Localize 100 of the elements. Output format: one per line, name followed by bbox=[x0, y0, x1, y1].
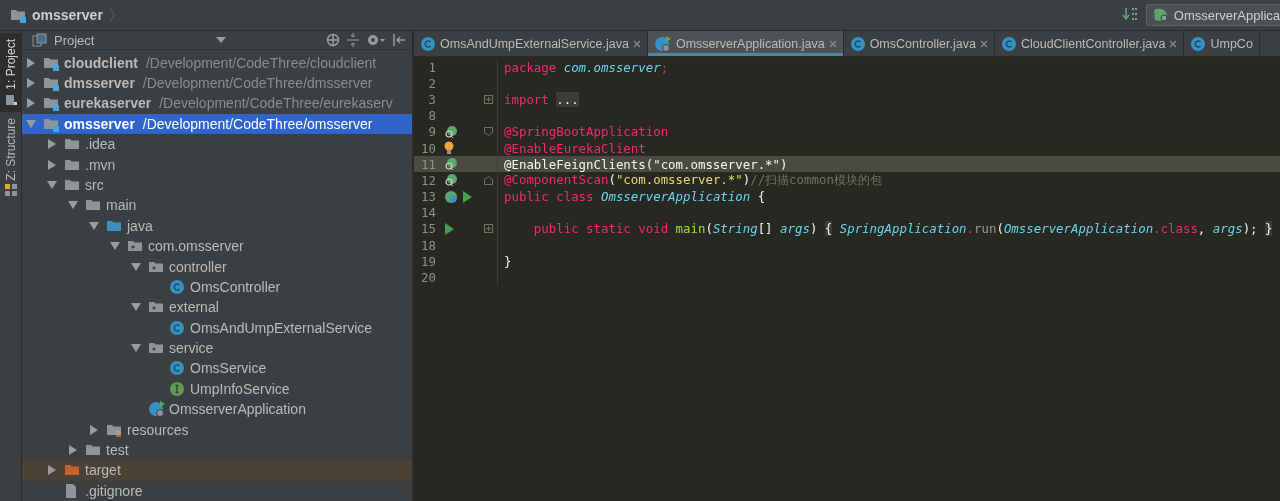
expanded-arrow-icon bbox=[68, 200, 78, 211]
editor-tab[interactable]: UmpCo bbox=[1184, 31, 1260, 56]
project-view-icon bbox=[32, 33, 48, 48]
collapsed-arrow-icon bbox=[26, 57, 36, 68]
tree-item[interactable]: eurekaserver /Development/CodeThree/eurekaserv bbox=[22, 93, 412, 114]
expanded-arrow-icon bbox=[131, 302, 141, 313]
tree-item[interactable]: test bbox=[22, 439, 412, 461]
collapsed-arrow-icon bbox=[89, 424, 99, 435]
code-line: } bbox=[503, 253, 512, 269]
expanded-arrow-icon bbox=[110, 241, 120, 252]
tree-item[interactable]: omsserver /Development/CodeThree/omsserver bbox=[22, 113, 412, 134]
line-number: 11 bbox=[420, 156, 436, 172]
expanded-arrow-icon bbox=[26, 118, 36, 129]
expanded-arrow-icon bbox=[131, 343, 141, 354]
tree-item[interactable]: target bbox=[22, 460, 412, 481]
fold-plus-icon bbox=[484, 94, 493, 104]
tree-item[interactable]: resources bbox=[22, 419, 412, 440]
dropdown-caret-icon bbox=[216, 37, 226, 44]
bean-icon bbox=[444, 173, 458, 188]
expanded-arrow-icon bbox=[89, 220, 99, 231]
module-folder-icon bbox=[43, 95, 59, 112]
collapse-all-icon bbox=[346, 33, 360, 48]
spring-bean-icon bbox=[444, 189, 460, 204]
line-number: 8 bbox=[427, 108, 436, 124]
tree-item[interactable]: OmsService bbox=[22, 358, 412, 379]
code-line: @SpringBootApplication bbox=[503, 124, 669, 140]
line-number: 13 bbox=[420, 189, 436, 205]
tree-item[interactable]: OmsAndUmpExternalService bbox=[22, 317, 412, 338]
tool-window-tab[interactable]: Z: Structure bbox=[0, 111, 21, 203]
line-number: 1 bbox=[427, 59, 436, 75]
interface-icon bbox=[169, 380, 185, 397]
class-icon bbox=[1190, 35, 1207, 52]
line-number: 12 bbox=[420, 172, 436, 188]
collapsed-arrow-icon bbox=[47, 159, 57, 170]
run-icon bbox=[462, 190, 472, 203]
line-number: 2 bbox=[427, 75, 436, 91]
class-icon bbox=[169, 278, 185, 295]
close-icon bbox=[1169, 39, 1178, 48]
file-icon bbox=[64, 482, 78, 499]
tree-item[interactable]: UmpInfoService bbox=[22, 378, 412, 400]
breadcrumb-label[interactable]: omsserver bbox=[32, 7, 103, 23]
tree-item[interactable]: com.omsserver bbox=[22, 235, 412, 257]
bean-icon bbox=[444, 157, 458, 172]
code-line: @EnableEurekaClient bbox=[503, 140, 646, 156]
panel-title: Project bbox=[54, 32, 95, 48]
folder-icon bbox=[85, 442, 101, 458]
editor-tab[interactable]: OmsController.java bbox=[843, 31, 995, 56]
class-icon bbox=[169, 319, 185, 336]
tree-item[interactable]: src bbox=[22, 174, 412, 196]
locate-icon bbox=[326, 33, 340, 48]
code-line: @ComponentScan("com.omsserver.*")//扫描common模块的包 bbox=[503, 171, 882, 189]
line-number: 19 bbox=[420, 253, 436, 269]
spring-class-icon bbox=[653, 34, 672, 53]
spring-class-icon bbox=[148, 400, 166, 419]
collapsed-arrow-icon bbox=[26, 78, 36, 88]
code-line: public class OmsserverApplication { bbox=[503, 189, 766, 205]
chevron-icon bbox=[108, 7, 115, 23]
fold-start-icon bbox=[484, 127, 493, 137]
bean-icon bbox=[444, 124, 458, 139]
tree-item[interactable]: controller bbox=[22, 256, 412, 277]
structure-icon bbox=[4, 184, 17, 197]
editor-tab[interactable]: CloudClientController.java bbox=[994, 31, 1185, 56]
tool-window-tab[interactable]: 1: Project bbox=[0, 33, 21, 112]
tree-item[interactable]: .gitignore bbox=[22, 480, 412, 501]
module-folder-icon bbox=[10, 7, 26, 23]
fold-end-icon bbox=[484, 175, 493, 185]
code-line: public static void main(String[] args) { SpringApplication.run(OmsserverApplication.class, args); } bbox=[532, 221, 1273, 237]
tree-item[interactable]: dmsserver /Development/CodeThree/dmsserver bbox=[22, 72, 412, 94]
tree-item[interactable]: external bbox=[22, 297, 412, 318]
line-number: 20 bbox=[420, 270, 436, 286]
expanded-arrow-icon bbox=[131, 261, 141, 272]
class-icon bbox=[169, 360, 185, 377]
spring-app-icon bbox=[1151, 7, 1170, 23]
close-icon bbox=[632, 39, 641, 48]
tree-item[interactable]: main bbox=[22, 195, 412, 216]
tree-item[interactable]: .mvn bbox=[22, 154, 412, 175]
tree-item[interactable]: java bbox=[22, 215, 412, 236]
tree-item[interactable]: cloudclient /Development/CodeThree/cloudclient bbox=[22, 52, 412, 73]
module-folder-icon bbox=[43, 75, 59, 91]
line-number: 14 bbox=[420, 205, 436, 221]
tree-item[interactable]: service bbox=[22, 337, 412, 359]
editor-tab[interactable]: OmsAndUmpExternalService.java bbox=[414, 31, 648, 56]
tree-item[interactable]: OmsController bbox=[22, 276, 412, 298]
collapsed-arrow-icon bbox=[26, 98, 36, 109]
code-line: @EnableFeignClients("com.omsserver.*") bbox=[503, 156, 788, 172]
line-number: 3 bbox=[427, 91, 436, 107]
tree-item[interactable]: OmsserverApplication bbox=[22, 399, 412, 420]
collapsed-arrow-icon bbox=[47, 465, 57, 476]
line-number: 18 bbox=[420, 237, 436, 253]
class-icon bbox=[420, 35, 436, 52]
run-config-dropdown[interactable]: OmsserverApplica bbox=[1145, 4, 1280, 26]
tree-item[interactable]: .idea bbox=[22, 133, 412, 155]
expanded-arrow-icon bbox=[47, 179, 57, 190]
code-line: package com.omsserver; bbox=[503, 59, 669, 75]
class-icon bbox=[1000, 35, 1017, 52]
line-number: 9 bbox=[427, 124, 436, 140]
run-icon bbox=[444, 222, 454, 235]
code-line: import ... bbox=[503, 91, 579, 107]
line-number: 10 bbox=[420, 140, 436, 156]
editor-tab[interactable]: OmsserverApplication.java bbox=[647, 31, 844, 56]
